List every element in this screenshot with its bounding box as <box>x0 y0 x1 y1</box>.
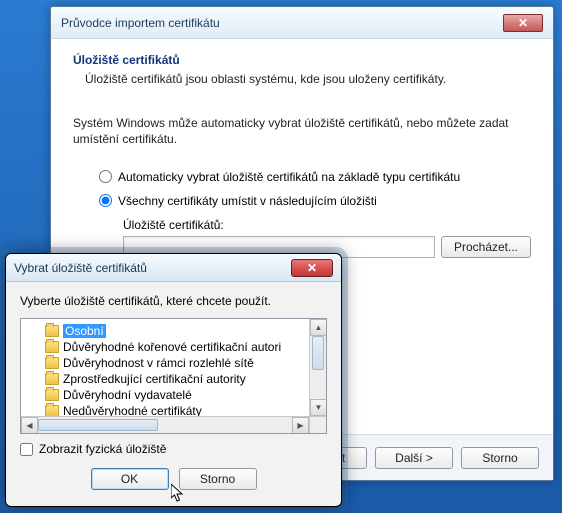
store-tree: Osobní Důvěryhodné kořenové certifikační… <box>20 318 327 434</box>
dialog-cancel-button[interactable]: Storno <box>179 468 257 490</box>
horizontal-scroll-track[interactable] <box>38 417 292 433</box>
dialog-instruction: Vyberte úložiště certifikátů, které chce… <box>20 294 327 308</box>
tree-item-untrusted[interactable]: Nedůvěryhodné certifikáty <box>23 403 307 416</box>
horizontal-scroll-thumb[interactable] <box>38 419 158 431</box>
tree-item-trusted-root[interactable]: Důvěryhodné kořenové certifikační autori <box>23 339 307 355</box>
radio-auto-store[interactable]: Automaticky vybrat úložiště certifikátů … <box>99 170 531 184</box>
show-physical-checkbox[interactable]: Zobrazit fyzická úložiště <box>20 442 327 456</box>
radio-manual-store[interactable]: Všechny certifikáty umístit v následujíc… <box>99 194 531 208</box>
tree-item-intermediate-ca[interactable]: Zprostředkující certifikační autority <box>23 371 307 387</box>
select-store-dialog: Vybrat úložiště certifikátů ✕ Vyberte úl… <box>5 253 342 507</box>
folder-icon <box>45 405 59 416</box>
vertical-scrollbar[interactable]: ▲ ▼ <box>309 319 326 416</box>
scroll-right-button[interactable]: ▶ <box>292 417 309 434</box>
wizard-instruction: Systém Windows může automaticky vybrat ú… <box>73 115 531 147</box>
ok-button[interactable]: OK <box>91 468 169 490</box>
horizontal-scrollbar[interactable]: ◀ ▶ <box>21 416 309 433</box>
dialog-footer: OK Storno <box>6 456 341 502</box>
scroll-up-button[interactable]: ▲ <box>310 319 327 336</box>
folder-icon <box>45 325 59 337</box>
dialog-close-button[interactable]: ✕ <box>291 259 333 277</box>
tree-item-personal[interactable]: Osobní <box>23 323 307 339</box>
vertical-scroll-track[interactable] <box>310 336 326 399</box>
show-physical-label: Zobrazit fyzická úložiště <box>39 442 166 456</box>
close-icon: ✕ <box>518 16 528 30</box>
radio-auto-store-label: Automaticky vybrat úložiště certifikátů … <box>118 170 460 184</box>
radio-manual-store-label: Všechny certifikáty umístit v následujíc… <box>118 194 377 208</box>
browse-button[interactable]: Procházet... <box>441 236 531 258</box>
folder-icon <box>45 341 59 353</box>
scroll-down-button[interactable]: ▼ <box>310 399 327 416</box>
scrollbar-corner <box>309 416 326 433</box>
tree-item-enterprise-trust[interactable]: Důvěryhodnost v rámci rozlehlé sítě <box>23 355 307 371</box>
tree-item-trusted-publishers[interactable]: Důvěryhodní vydavatelé <box>23 387 307 403</box>
next-button[interactable]: Další > <box>375 447 453 469</box>
scroll-left-button[interactable]: ◀ <box>21 417 38 434</box>
radio-auto-store-input[interactable] <box>99 170 112 183</box>
folder-icon <box>45 389 59 401</box>
vertical-scroll-thumb[interactable] <box>312 336 324 370</box>
section-subtitle: Úložiště certifikátů jsou oblasti systém… <box>85 71 531 87</box>
store-field: Úložiště certifikátů: Procházet... <box>123 218 531 258</box>
dialog-titlebar: Vybrat úložiště certifikátů ✕ <box>6 254 341 282</box>
section-title: Úložiště certifikátů <box>73 53 531 67</box>
wizard-title: Průvodce importem certifikátu <box>61 16 220 30</box>
wizard-titlebar: Průvodce importem certifikátu ✕ <box>51 7 553 39</box>
show-physical-checkbox-input[interactable] <box>20 443 33 456</box>
store-field-label: Úložiště certifikátů: <box>123 218 531 232</box>
radio-manual-store-input[interactable] <box>99 194 112 207</box>
folder-icon <box>45 357 59 369</box>
wizard-cancel-button[interactable]: Storno <box>461 447 539 469</box>
close-icon: ✕ <box>307 261 317 275</box>
dialog-title: Vybrat úložiště certifikátů <box>14 261 147 275</box>
wizard-body: Úložiště certifikátů Úložiště certifikát… <box>51 39 553 258</box>
wizard-close-button[interactable]: ✕ <box>503 14 543 32</box>
folder-icon <box>45 373 59 385</box>
dialog-body: Vyberte úložiště certifikátů, které chce… <box>6 282 341 456</box>
store-tree-viewport[interactable]: Osobní Důvěryhodné kořenové certifikační… <box>21 319 309 416</box>
